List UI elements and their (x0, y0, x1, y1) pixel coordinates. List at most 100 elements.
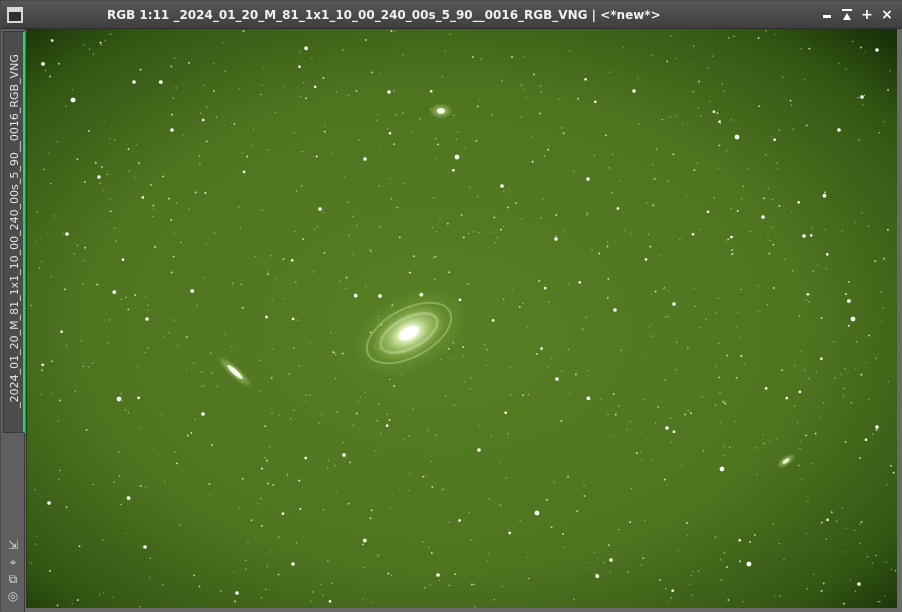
star (342, 442, 343, 443)
close-button[interactable]: × (879, 7, 895, 23)
astro-image (27, 29, 897, 608)
star (436, 231, 437, 232)
minimize-button[interactable] (819, 7, 835, 23)
star (474, 584, 475, 585)
star (872, 433, 873, 434)
star (749, 541, 751, 543)
star (261, 597, 262, 598)
star (302, 238, 304, 240)
star (850, 579, 851, 580)
left-sidebar: _2024_01_20_M_81_1x1_10_00_240_00s_5_90_… (1, 29, 25, 612)
star (170, 219, 172, 221)
shade-button[interactable] (839, 7, 855, 23)
galaxy-top (429, 103, 453, 119)
clone-icon[interactable]: ⧉ (6, 572, 20, 586)
star (404, 183, 405, 184)
star (733, 36, 734, 37)
star (811, 227, 812, 228)
star (791, 211, 792, 212)
star (679, 239, 680, 240)
star (687, 535, 688, 536)
star (804, 370, 805, 371)
star (234, 601, 236, 603)
star (469, 187, 470, 188)
star (203, 277, 204, 278)
star (623, 47, 624, 48)
star (72, 89, 73, 90)
star (353, 425, 354, 426)
star (329, 600, 332, 603)
star (261, 468, 263, 470)
star (453, 359, 454, 360)
star (162, 175, 164, 177)
star (311, 58, 312, 59)
star (284, 298, 285, 299)
star (510, 394, 511, 395)
star (34, 489, 35, 490)
star (77, 245, 78, 246)
star (864, 95, 865, 96)
star (879, 132, 880, 133)
star (883, 121, 884, 122)
star (201, 371, 202, 372)
star (523, 88, 524, 89)
star (136, 144, 137, 145)
star (74, 253, 75, 254)
star (51, 276, 52, 277)
star (399, 489, 400, 490)
star (854, 530, 855, 531)
star (152, 216, 153, 217)
fit-view-icon[interactable]: ⇲ (6, 538, 20, 552)
image-tab[interactable]: _2024_01_20_M_81_1x1_10_00_240_00s_5_90_… (3, 31, 25, 433)
star (201, 386, 202, 387)
star (435, 435, 436, 436)
star (876, 429, 878, 431)
star (390, 30, 392, 32)
star (630, 421, 631, 422)
star (600, 398, 601, 399)
zoom-icon[interactable]: ⌖ (6, 555, 20, 569)
star (507, 433, 508, 434)
star (731, 249, 733, 251)
star (861, 521, 863, 523)
star (271, 413, 272, 414)
star (272, 298, 273, 299)
star (370, 517, 372, 519)
star (769, 252, 771, 254)
star (813, 271, 814, 272)
star (99, 183, 100, 184)
star (890, 465, 892, 467)
star (331, 583, 332, 584)
star (150, 558, 151, 559)
star (209, 483, 211, 485)
star (322, 594, 323, 595)
star (519, 306, 521, 308)
star (140, 69, 142, 71)
target-icon[interactable]: ◎ (6, 589, 20, 603)
star (488, 498, 489, 499)
star (470, 539, 471, 540)
star (727, 599, 729, 601)
star (176, 462, 178, 464)
star (875, 555, 876, 556)
star (36, 536, 37, 537)
star (861, 374, 863, 376)
star (202, 119, 205, 122)
star (868, 335, 870, 337)
star (464, 148, 465, 149)
star (843, 388, 844, 389)
star (378, 403, 379, 404)
star (295, 281, 296, 282)
image-canvas[interactable] (26, 29, 897, 608)
window-titlebar[interactable]: RGB 1:11 _2024_01_20_M_81_1x1_10_00_240_… (1, 1, 902, 29)
star (861, 212, 862, 213)
star (83, 366, 84, 367)
star (820, 417, 821, 418)
star (564, 546, 565, 547)
maximize-button[interactable]: + (859, 7, 875, 23)
star (50, 183, 51, 184)
star (533, 73, 535, 75)
window-title: RGB 1:11 _2024_01_20_M_81_1x1_10_00_240_… (107, 7, 747, 23)
star (348, 202, 349, 203)
star (854, 222, 855, 223)
